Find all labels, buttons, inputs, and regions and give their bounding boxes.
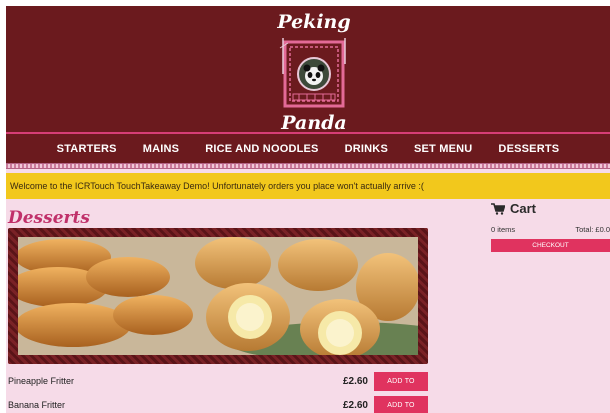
desserts-hero-image	[8, 228, 428, 364]
panda-emblem-icon	[279, 38, 346, 108]
item-name: Banana Fritter	[8, 400, 66, 410]
site-header: Peking Panda STARTERS MAINS RICE AND NOO…	[6, 6, 610, 163]
nav-item-desserts[interactable]: DESSERTS	[485, 143, 572, 155]
add-to-order-button[interactable]: ADD TO ORDER	[374, 395, 428, 413]
app-frame: Peking Panda STARTERS MAINS RICE AND NOO…	[6, 6, 610, 413]
add-to-order-button[interactable]: ADD TO ORDER	[374, 371, 428, 404]
item-price: £2.60	[342, 375, 368, 387]
menu-item-row: Banana Fritter £2.60 ADD TO ORDER	[8, 394, 428, 413]
cart-panel: Cart 0 items Total: £0.0 CHECKOUT	[491, 201, 610, 252]
dessert-photo-art	[18, 237, 418, 355]
logo-text-bottom: Panda	[281, 112, 347, 134]
cart-header[interactable]: Cart	[491, 201, 610, 216]
cart-item-count: 0 items	[491, 225, 516, 234]
nav-item-mains[interactable]: MAINS	[130, 143, 192, 155]
cart-icon	[491, 202, 505, 215]
cart-summary: 0 items Total: £0.0	[491, 225, 610, 234]
cart-total: Total: £0.0	[575, 225, 610, 234]
demo-banner: Welcome to the ICRTouch TouchTakeaway De…	[6, 173, 610, 199]
item-name: Pineapple Fritter	[8, 376, 75, 386]
cart-title: Cart	[510, 201, 537, 216]
logo-text-top: Peking	[277, 11, 351, 33]
lattice-border	[6, 163, 610, 169]
nav-item-starters[interactable]: STARTERS	[44, 143, 130, 155]
nav-item-set-menu[interactable]: SET MENU	[401, 143, 485, 155]
logo[interactable]: Peking Panda	[274, 12, 354, 134]
dessert-photo	[18, 237, 418, 355]
main-nav: STARTERS MAINS RICE AND NOODLES DRINKS S…	[6, 134, 610, 163]
section-title: Desserts	[8, 208, 90, 228]
item-price: £2.60	[342, 399, 368, 411]
checkout-button[interactable]: CHECKOUT	[491, 239, 610, 252]
nav-item-drinks[interactable]: DRINKS	[332, 143, 401, 155]
nav-item-rice-and-noodles[interactable]: RICE AND NOODLES	[192, 143, 331, 155]
menu-item-row: Pineapple Fritter £2.60 ADD TO ORDER	[8, 370, 428, 404]
